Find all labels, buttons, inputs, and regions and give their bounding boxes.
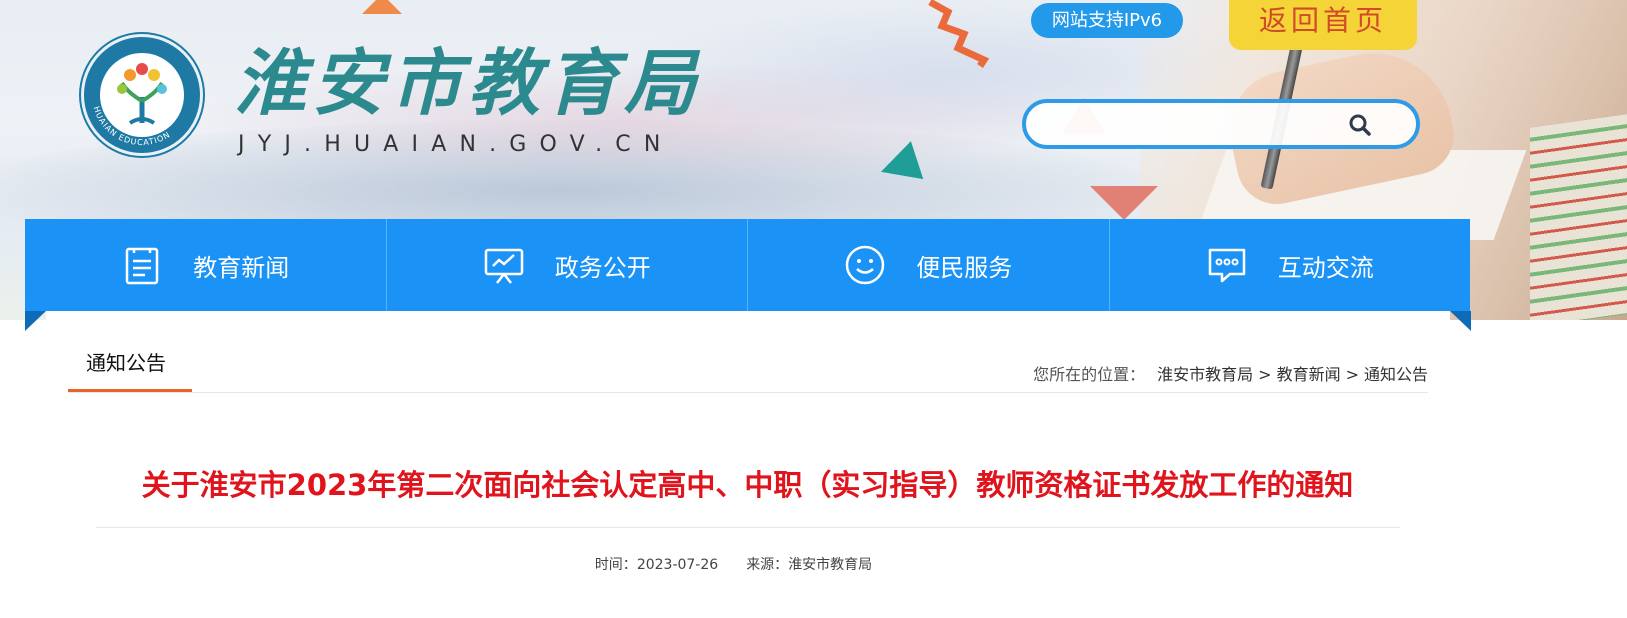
article-source: 淮安市教育局 — [788, 557, 873, 573]
breadcrumb-link-home[interactable]: 淮安市教育局 — [1157, 365, 1253, 384]
site-domain: JYJ.HUAIAN.GOV.CN — [238, 132, 674, 157]
svg-text:HUAIAN EDUCATION: HUAIAN EDUCATION — [92, 105, 173, 147]
nav-label: 政务公开 — [554, 253, 651, 282]
breadcrumb-separator: > — [1258, 365, 1272, 384]
search-input[interactable] — [1046, 111, 1346, 137]
article-title: 关于淮安市2023年第二次面向社会认定高中、中职（实习指导）教师资格证书发放工作… — [141, 468, 1354, 502]
logo-ring-text: HUAIAN EDUCATION — [92, 105, 173, 147]
banner-books — [1530, 112, 1627, 320]
article-title-divider — [96, 527, 1400, 528]
publish-date: 2023-07-26 — [636, 557, 719, 573]
breadcrumb: 您所在的位置： 淮安市教育局 > 教育新闻 > 通知公告 — [1033, 361, 1428, 385]
decor-zigzag — [928, 0, 990, 68]
section-title[interactable]: 通知公告 — [86, 347, 166, 376]
nav-label: 互动交流 — [1277, 253, 1374, 282]
time-label: 时间： — [594, 557, 637, 573]
nav-item-government-affairs[interactable]: 政务公开 — [387, 219, 748, 311]
search-icon[interactable] — [1346, 111, 1374, 139]
presentation-icon — [484, 248, 523, 284]
chat-icon — [1208, 248, 1245, 283]
section-divider — [68, 392, 1428, 393]
ipv6-badge[interactable]: 网站支持IPv6 — [1031, 3, 1183, 38]
decor-triangle-red — [1090, 186, 1158, 220]
breadcrumb-lead: 您所在的位置： — [1033, 365, 1146, 384]
search-box — [1022, 99, 1420, 149]
source-label: 来源： — [746, 557, 789, 573]
nav-item-education-news[interactable]: 教育新闻 — [25, 219, 387, 311]
article-meta: 时间：2023-07-26 来源：淮安市教育局 — [0, 554, 1467, 574]
home-button[interactable]: 返回首页 — [1229, 0, 1417, 50]
decor-triangle-orange — [362, 0, 402, 14]
main-nav: 教育新闻 政务公开 便民服务 互动交流 — [25, 219, 1470, 311]
site-title: 淮安市教育局 — [234, 40, 703, 125]
nav-item-public-services[interactable]: 便民服务 — [748, 219, 1110, 311]
nav-item-interaction[interactable]: 互动交流 — [1110, 219, 1471, 311]
nav-label: 便民服务 — [916, 253, 1013, 282]
logo-ring-label: HUAIAN EDUCATION — [92, 105, 172, 147]
document-icon — [126, 247, 159, 285]
breadcrumb-link-news[interactable]: 教育新闻 — [1277, 365, 1341, 384]
breadcrumb-separator: > — [1345, 365, 1359, 384]
nav-fold-left — [25, 311, 46, 331]
breadcrumb-link-notice[interactable]: 通知公告 — [1364, 365, 1428, 384]
smile-icon — [846, 245, 885, 285]
nav-fold-right — [1450, 311, 1471, 331]
site-logo[interactable]: HUAIAN EDUCATION — [81, 34, 203, 156]
nav-label: 教育新闻 — [193, 253, 290, 282]
